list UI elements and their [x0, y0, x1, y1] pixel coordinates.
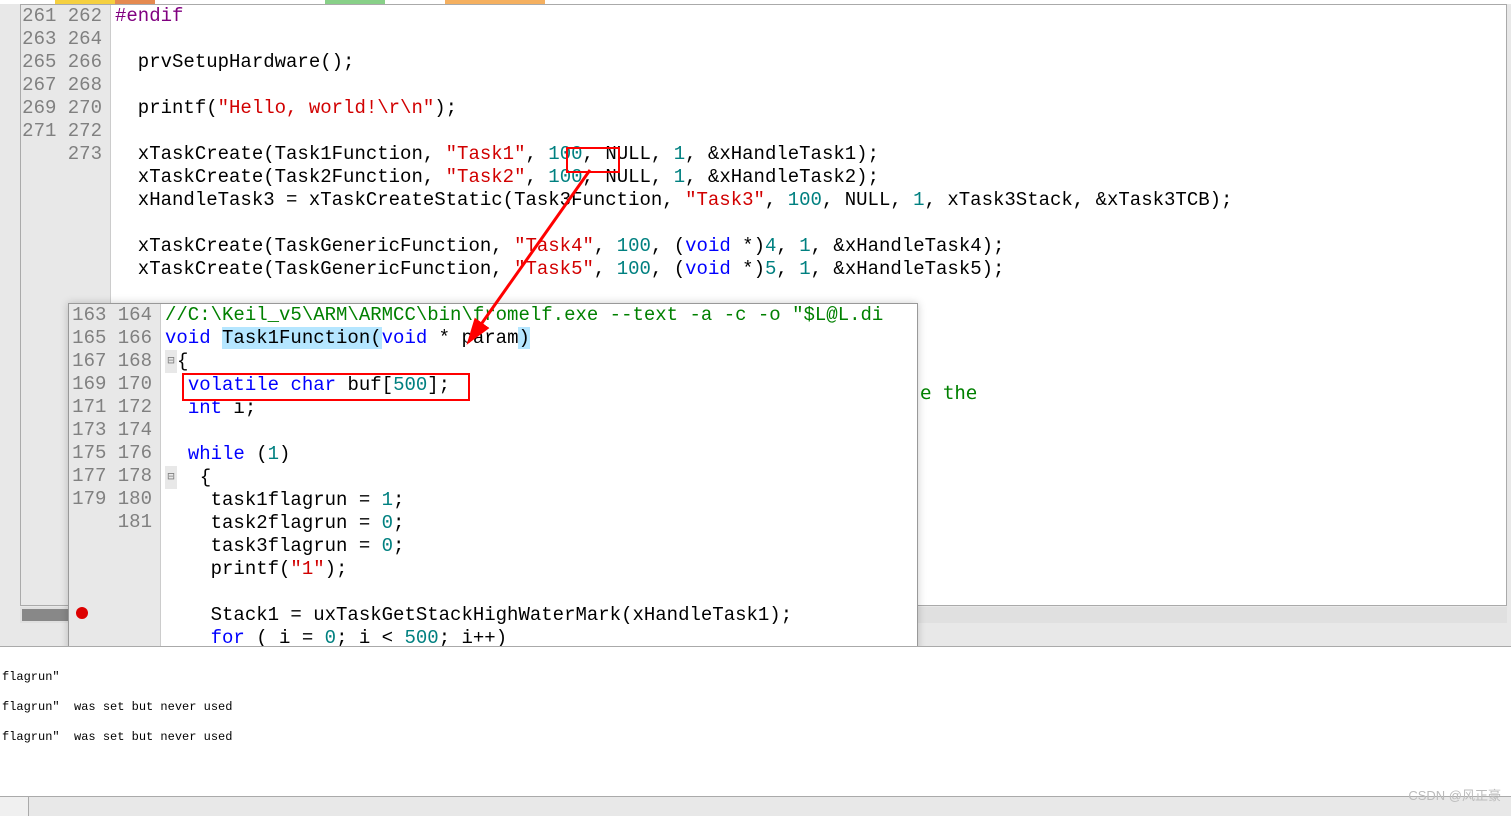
output-tab-bar[interactable]	[0, 796, 1511, 816]
build-output-panel[interactable]: flagrun"flagrun" was set but never usedf…	[0, 646, 1511, 816]
partial-comment-text: e the	[920, 382, 977, 404]
output-tab[interactable]	[0, 797, 29, 816]
watermark: CSDN @风正豪	[1408, 785, 1501, 804]
breakpoint-marker[interactable]	[76, 607, 88, 619]
output-line: flagrun" was set but never used	[0, 692, 1511, 722]
output-line: flagrun" was set but never used	[0, 722, 1511, 752]
output-line: flagrun"	[0, 662, 1511, 692]
